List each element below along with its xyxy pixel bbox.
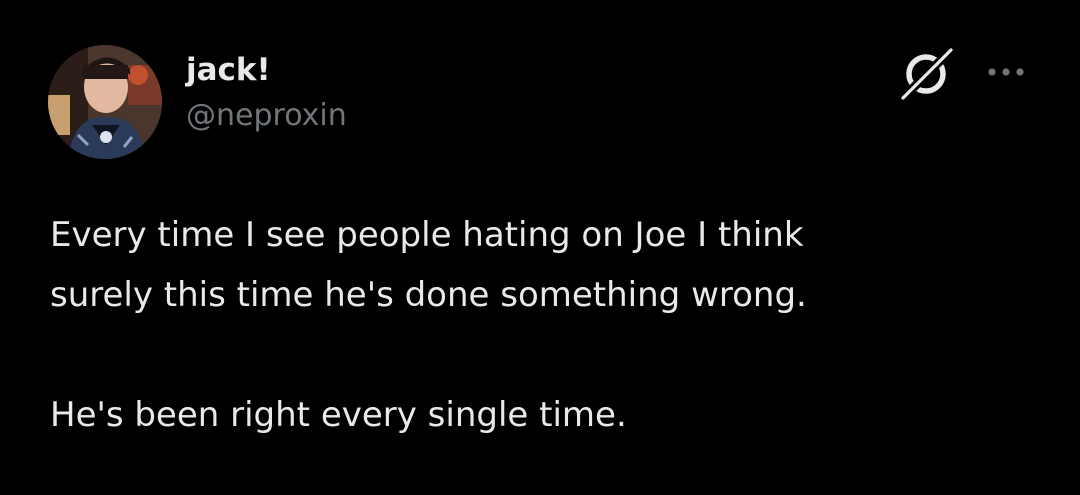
username-handle[interactable]: @neproxin <box>186 96 347 136</box>
tweet-text-line: Every time I see people hating on Joe I … <box>50 215 804 255</box>
more-options-icon[interactable] <box>984 60 1030 84</box>
avatar-image <box>48 45 162 159</box>
tweet-text-line: He's been right every single time. <box>50 395 627 435</box>
avatar[interactable] <box>48 45 162 159</box>
grok-icon[interactable] <box>896 43 958 105</box>
author-block: jack! @neproxin <box>186 50 347 136</box>
display-name[interactable]: jack! <box>186 50 347 90</box>
tweet-text-line: surely this time he's done something wro… <box>50 275 807 315</box>
tweet-card: jack! @neproxin Every time I see people … <box>0 0 1080 495</box>
tweet-text: Every time I see people hating on Joe I … <box>50 205 1060 445</box>
